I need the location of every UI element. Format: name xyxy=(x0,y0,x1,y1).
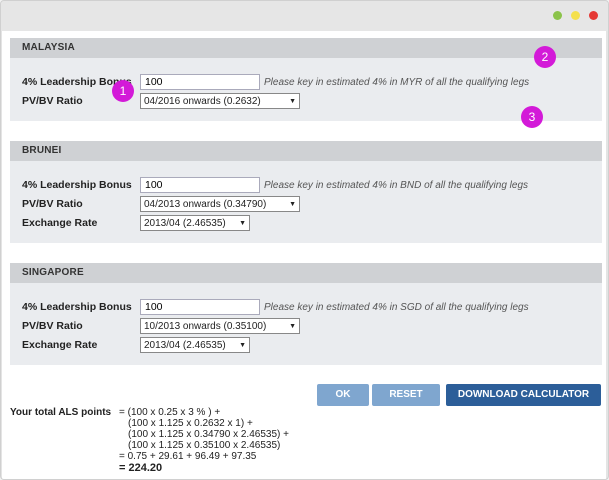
close-button[interactable] xyxy=(589,11,598,20)
bonus-label: 4% Leadership Bonus xyxy=(22,301,132,313)
singapore-rate-row: Exchange Rate 2013/04 (2.46535) ▼ xyxy=(22,336,250,354)
section-malaysia: MALAYSIA 4% Leadership Bonus Please key … xyxy=(10,38,602,121)
section-title-brunei: BRUNEI xyxy=(10,141,602,161)
selected-ratio: 10/2013 onwards (0.35100) xyxy=(144,320,267,332)
section-singapore: SINGAPORE 4% Leadership Bonus Please key… xyxy=(10,263,602,365)
dropdown-caret-icon: ▼ xyxy=(239,341,246,349)
selected-rate: 2013/04 (2.46535) xyxy=(144,339,226,351)
brunei-ratio-row: PV/BV Ratio 04/2013 onwards (0.34790) ▼ xyxy=(22,195,300,213)
bonus-hint: Please key in estimated 4% in BND of all… xyxy=(264,179,529,191)
rate-label: Exchange Rate xyxy=(22,339,98,351)
section-brunei: BRUNEI 4% Leadership Bonus Please key in… xyxy=(10,141,602,243)
bonus-hint: Please key in estimated 4% in SGD of all… xyxy=(264,301,529,313)
window-controls xyxy=(553,11,598,20)
selected-ratio: 04/2016 onwards (0.2632) xyxy=(144,95,261,107)
calc-line-2: (100 x 1.125 x 0.2632 x 1) + xyxy=(128,418,253,429)
calc-line-5: = 0.75 + 29.61 + 96.49 + 97.35 xyxy=(119,451,257,462)
bonus-label: 4% Leadership Bonus xyxy=(22,179,132,191)
singapore-bonus-input[interactable] xyxy=(140,299,260,315)
brunei-ratio-select[interactable]: 04/2013 onwards (0.34790) ▼ xyxy=(140,196,300,212)
ok-button[interactable]: OK xyxy=(317,384,369,406)
singapore-ratio-row: PV/BV Ratio 10/2013 onwards (0.35100) ▼ xyxy=(22,317,300,335)
singapore-bonus-row: 4% Leadership Bonus Please key in estima… xyxy=(22,298,529,316)
reset-button[interactable]: RESET xyxy=(372,384,440,406)
dropdown-caret-icon: ▼ xyxy=(239,219,246,227)
selected-ratio: 04/2013 onwards (0.34790) xyxy=(144,198,267,210)
annotation-badge-3: 3 xyxy=(521,106,543,128)
malaysia-bonus-row: 4% Leadership Bonus Please key in estima… xyxy=(22,73,529,91)
brunei-bonus-input[interactable] xyxy=(140,177,260,193)
calc-total: = 224.20 xyxy=(119,462,163,474)
ratio-label: PV/BV Ratio xyxy=(22,198,83,210)
malaysia-ratio-row: PV/BV Ratio 04/2016 onwards (0.2632) ▼ xyxy=(22,92,300,110)
selected-rate: 2013/04 (2.46535) xyxy=(144,217,226,229)
malaysia-bonus-input[interactable] xyxy=(140,74,260,90)
dropdown-caret-icon: ▼ xyxy=(289,97,296,105)
singapore-ratio-select[interactable]: 10/2013 onwards (0.35100) ▼ xyxy=(140,318,300,334)
section-title-malaysia: MALAYSIA xyxy=(10,38,602,58)
ratio-label: PV/BV Ratio xyxy=(22,320,83,332)
minimize-button[interactable] xyxy=(553,11,562,20)
section-title-singapore: SINGAPORE xyxy=(10,263,602,283)
singapore-rate-select[interactable]: 2013/04 (2.46535) ▼ xyxy=(140,337,250,353)
bonus-hint: Please key in estimated 4% in MYR of all… xyxy=(264,76,530,88)
app-window: MALAYSIA 4% Leadership Bonus Please key … xyxy=(0,0,609,480)
brunei-bonus-row: 4% Leadership Bonus Please key in estima… xyxy=(22,176,528,194)
title-bar xyxy=(1,1,608,31)
total-points-label: Your total ALS points xyxy=(10,407,112,418)
calc-line-4: (100 x 1.125 x 0.35100 x 2.46535) xyxy=(128,440,281,451)
brunei-rate-select[interactable]: 2013/04 (2.46535) ▼ xyxy=(140,215,250,231)
download-calculator-button[interactable]: DOWNLOAD CALCULATOR xyxy=(446,384,601,406)
annotation-badge-1: 1 xyxy=(112,80,134,102)
dropdown-caret-icon: ▼ xyxy=(289,322,296,330)
rate-label: Exchange Rate xyxy=(22,217,98,229)
dropdown-caret-icon: ▼ xyxy=(289,200,296,208)
calc-line-3: (100 x 1.125 x 0.34790 x 2.46535) + xyxy=(128,429,289,440)
malaysia-ratio-select[interactable]: 04/2016 onwards (0.2632) ▼ xyxy=(140,93,300,109)
brunei-rate-row: Exchange Rate 2013/04 (2.46535) ▼ xyxy=(22,214,250,232)
calc-line-1: = (100 x 0.25 x 3 % ) + xyxy=(119,407,221,418)
annotation-badge-2: 2 xyxy=(534,46,556,68)
calculator-content: MALAYSIA 4% Leadership Bonus Please key … xyxy=(2,31,606,479)
maximize-button[interactable] xyxy=(571,11,580,20)
